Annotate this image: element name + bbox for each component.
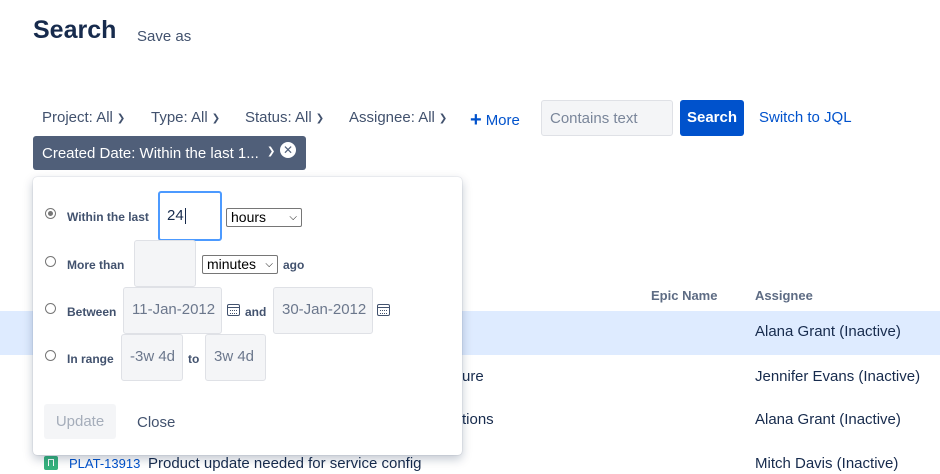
assignee-cell: Mitch Davis (Inactive) (755, 455, 899, 472)
type-filter-label: Type: All (151, 109, 208, 126)
and-label: and (245, 305, 267, 319)
within-last-label: Within the last (67, 210, 149, 224)
more-than-unit-select[interactable]: minutes ⌵ (202, 255, 278, 274)
created-date-chip-label: Created Date: Within the last 1... (42, 145, 259, 162)
chevron-down-icon: ❯ (116, 113, 126, 124)
summary-cell[interactable]: Product update needed for service config (148, 455, 422, 472)
within-last-unit-select[interactable]: hours ⌵ (226, 208, 302, 227)
more-than-value-input[interactable] (134, 240, 196, 287)
within-last-radio[interactable] (45, 208, 56, 219)
between-radio[interactable] (45, 303, 56, 314)
assignee-cell: Alana Grant (Inactive) (755, 323, 901, 340)
chevron-down-icon: ❯ (211, 113, 221, 124)
within-last-unit: hours (231, 209, 267, 225)
between-from-input[interactable]: 11-Jan-2012 (123, 287, 222, 334)
to-label: to (188, 352, 200, 366)
page-title: Search (33, 16, 117, 44)
story-icon (44, 456, 58, 470)
status-filter[interactable]: Status: All ❯ (245, 109, 324, 126)
assignee-cell: Alana Grant (Inactive) (755, 411, 901, 428)
calendar-icon[interactable] (227, 304, 240, 316)
type-filter[interactable]: Type: All ❯ (151, 109, 220, 126)
issue-key-link[interactable]: PLAT-13913 (69, 456, 140, 471)
column-header-epic-name[interactable]: Epic Name (651, 288, 717, 303)
project-filter-label: Project: All (42, 109, 113, 126)
in-range-label: In range (67, 352, 114, 366)
save-as-link[interactable]: Save as (137, 28, 191, 45)
in-range-from-input[interactable]: -3w 4d (121, 334, 183, 381)
created-date-filter-chip[interactable]: Created Date: Within the last 1... ❯ ✕ (33, 136, 306, 170)
within-last-value-input[interactable]: 24 (158, 191, 222, 241)
assignee-filter-label: Assignee: All (349, 109, 435, 126)
clear-icon[interactable]: ✕ (280, 142, 296, 158)
within-last-value: 24 (167, 207, 184, 224)
text-cursor (184, 208, 186, 225)
plus-icon: + (470, 109, 482, 131)
switch-to-jql-link[interactable]: Switch to JQL (759, 109, 852, 126)
summary-cell[interactable]: ure (462, 368, 484, 385)
more-than-radio[interactable] (45, 256, 56, 267)
chevron-down-icon: ❯ (438, 113, 448, 124)
more-than-unit: minutes (207, 256, 257, 272)
in-range-to-input[interactable]: 3w 4d (205, 334, 266, 381)
chevron-down-icon: ⌵ (289, 212, 297, 223)
contains-text-input[interactable] (541, 100, 673, 136)
ago-label: ago (283, 258, 305, 272)
status-filter-label: Status: All (245, 109, 312, 126)
in-range-radio[interactable] (45, 350, 56, 361)
chevron-down-icon: ⌵ (265, 259, 273, 270)
assignee-filter[interactable]: Assignee: All ❯ (349, 109, 447, 126)
summary-cell[interactable]: tions (462, 411, 494, 428)
project-filter[interactable]: Project: All ❯ (42, 109, 125, 126)
column-header-assignee[interactable]: Assignee (755, 288, 813, 303)
update-button[interactable]: Update (44, 404, 116, 439)
between-to-input[interactable]: 30-Jan-2012 (273, 287, 373, 334)
more-filters-button[interactable]: + More (470, 108, 520, 131)
calendar-icon[interactable] (377, 304, 390, 316)
close-button[interactable]: Close (137, 414, 175, 431)
search-button[interactable]: Search (680, 100, 744, 136)
chevron-down-icon: ❯ (267, 146, 276, 157)
between-label: Between (67, 305, 117, 319)
more-than-label: More than (67, 258, 125, 272)
assignee-cell: Jennifer Evans (Inactive) (755, 368, 921, 385)
chevron-down-icon: ❯ (315, 113, 325, 124)
more-label: More (485, 112, 520, 129)
